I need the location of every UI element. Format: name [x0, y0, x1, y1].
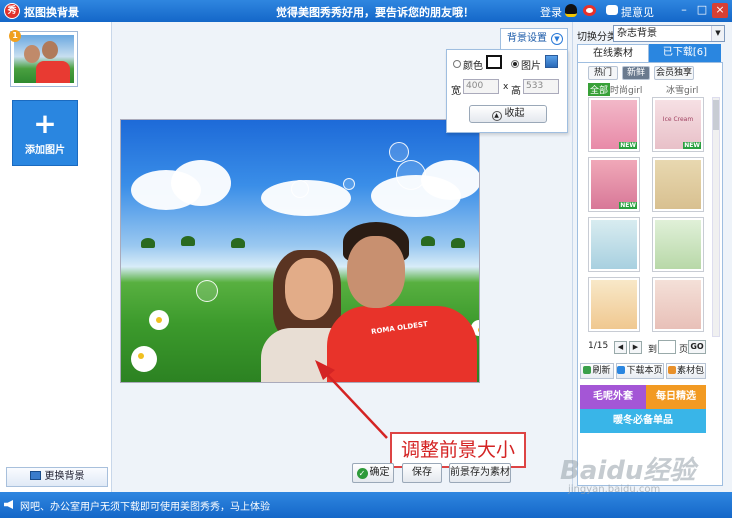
title-bar: 秀 抠图换背景 觉得美图秀秀好用，要告诉您的朋友哦！ 登录 提意见 – □ ×	[0, 0, 732, 22]
material-tile[interactable]: Ice Cream NEW	[652, 97, 704, 152]
refresh-label: 刷新	[592, 366, 611, 376]
material-pack-label: 素材包	[676, 366, 704, 376]
subtab-vip[interactable]: 会员独享	[654, 66, 694, 80]
times-label: x	[503, 82, 509, 92]
change-background-label: 更换背景	[44, 471, 85, 482]
page-indicator: 1/15	[588, 341, 609, 351]
goto-label: 到	[648, 345, 658, 355]
save-button[interactable]: 保存	[402, 463, 442, 483]
app-logo-icon: 秀	[4, 3, 20, 19]
material-grid: NEW Ice Cream NEW NEW	[588, 97, 708, 337]
maximize-button[interactable]: □	[694, 3, 710, 18]
page-label: 页	[679, 345, 689, 355]
color-label: 颜色	[463, 61, 483, 72]
promo-wool-coat[interactable]: 毛呢外套	[580, 385, 646, 409]
window-title: 抠图换背景	[24, 6, 79, 19]
collapse-button[interactable]: ▲ 收起	[469, 105, 547, 123]
background-settings-tab[interactable]: 背景设置 ▼	[500, 28, 568, 50]
thumbnail-index-badge: 1	[9, 30, 21, 42]
left-panel: 1 + 添加图片 更换背景	[0, 22, 112, 492]
baidu-watermark-url: jingyan.baidu.com	[568, 484, 661, 495]
picture-icon	[29, 471, 41, 480]
background-settings-panel: 颜色 图片 宽 400 x 高 533 ▲ 收起	[446, 49, 568, 133]
filter-snow-girl[interactable]: 冰雪girl	[666, 83, 698, 96]
dropdown-arrow-icon: ▼	[711, 26, 724, 41]
weibo-icon[interactable]	[583, 5, 596, 16]
height-input[interactable]: 533	[523, 79, 559, 94]
material-tile[interactable]	[588, 217, 640, 272]
new-badge: NEW	[619, 142, 637, 149]
promo-winter-essentials[interactable]: 暖冬必备单品	[580, 409, 706, 433]
chevron-down-icon[interactable]: ▼	[551, 33, 563, 45]
save-as-material-button[interactable]: 前景存为素材	[449, 463, 511, 483]
category-value: 杂志背景	[617, 28, 657, 39]
image-label: 图片	[521, 61, 541, 72]
subtab-new[interactable]: 新鲜	[622, 66, 650, 80]
minimize-button[interactable]: –	[676, 3, 692, 18]
feedback-link[interactable]: 提意见	[621, 4, 654, 20]
speaker-icon	[4, 500, 13, 509]
material-tile[interactable]: NEW	[588, 97, 640, 152]
refresh-icon	[583, 366, 592, 374]
download-page-button[interactable]: 下载本页	[616, 363, 664, 379]
download-icon	[617, 366, 626, 374]
material-tile[interactable]	[588, 277, 640, 332]
new-badge: NEW	[619, 202, 637, 209]
prev-page-button[interactable]: ◀	[614, 341, 627, 354]
add-image-button[interactable]: + 添加图片	[12, 100, 78, 166]
material-scrollbar[interactable]	[712, 97, 720, 337]
material-pack-button[interactable]: 素材包	[666, 363, 706, 379]
baidu-watermark: Baidu经验	[560, 456, 696, 486]
annotation-arrow	[315, 360, 388, 439]
confirm-button[interactable]: ✓ 确定	[352, 463, 394, 483]
tile-caption: Ice Cream	[662, 116, 694, 123]
image-thumbnail[interactable]: 1	[9, 30, 78, 87]
filter-all[interactable]: 全部	[588, 83, 611, 96]
material-browser: 热门 新鲜 会员独享 全部 时尚girl 冰雪girl NEW Ice Crea…	[577, 62, 723, 486]
material-tile[interactable]	[652, 277, 704, 332]
background-settings-label: 背景设置	[507, 33, 547, 44]
plus-icon: +	[33, 107, 57, 140]
subtab-hot[interactable]: 热门	[588, 66, 618, 80]
feedback-icon[interactable]	[606, 5, 618, 15]
page-number-input[interactable]	[658, 340, 676, 354]
height-label: 高	[511, 86, 521, 97]
qq-icon[interactable]	[565, 4, 577, 17]
login-link[interactable]: 登录	[540, 4, 562, 20]
material-panel: 切换分类 杂志背景 ▼ 在线素材 已下载[6] 热门 新鲜 会员独享 全部 时尚…	[572, 22, 732, 492]
width-input[interactable]: 400	[463, 79, 499, 94]
image-picker-icon[interactable]	[545, 55, 558, 68]
add-image-label: 添加图片	[25, 145, 65, 156]
filter-fashion-girl[interactable]: 时尚girl	[610, 83, 642, 96]
collapse-label: 收起	[504, 108, 525, 119]
close-button[interactable]: ×	[712, 3, 728, 18]
download-page-label: 下载本页	[626, 366, 663, 376]
change-background-button[interactable]: 更换背景	[6, 467, 108, 487]
confirm-label: 确定	[369, 467, 390, 478]
package-icon	[667, 366, 676, 374]
color-radio[interactable]	[453, 60, 461, 68]
thumbnail-picture	[14, 35, 74, 83]
material-tile[interactable]: NEW	[588, 157, 640, 212]
checkmark-icon: ✓	[356, 468, 368, 479]
new-badge: NEW	[683, 142, 701, 149]
status-bar: 网吧、办公室用户无须下载即可使用美图秀秀，马上体验	[0, 492, 732, 518]
tab-online-materials[interactable]: 在线素材	[577, 44, 649, 62]
go-button[interactable]: GO	[688, 340, 706, 354]
material-tile[interactable]	[652, 157, 704, 212]
title-marquee: 觉得美图秀秀好用，要告诉您的朋友哦！	[276, 6, 474, 19]
category-label: 切换分类	[577, 32, 617, 43]
tab-downloaded[interactable]: 已下载[6]	[649, 44, 721, 62]
material-tile[interactable]	[652, 217, 704, 272]
canvas-area: ROMA OLDEST 背景设置 ▼ 颜色 图片 宽 400 x 高 533 ▲…	[112, 22, 572, 492]
color-swatch[interactable]	[486, 55, 502, 69]
category-select[interactable]: 杂志背景 ▼	[613, 25, 725, 42]
status-message[interactable]: 网吧、办公室用户无须下载即可使用美图秀秀，马上体验	[20, 498, 270, 513]
refresh-button[interactable]: 刷新	[580, 363, 614, 379]
promo-daily-picks[interactable]: 每日精选	[646, 385, 706, 409]
chevron-up-icon: ▲	[491, 111, 502, 121]
next-page-button[interactable]: ▶	[629, 341, 642, 354]
image-radio[interactable]	[511, 60, 519, 68]
width-label: 宽	[451, 86, 461, 97]
